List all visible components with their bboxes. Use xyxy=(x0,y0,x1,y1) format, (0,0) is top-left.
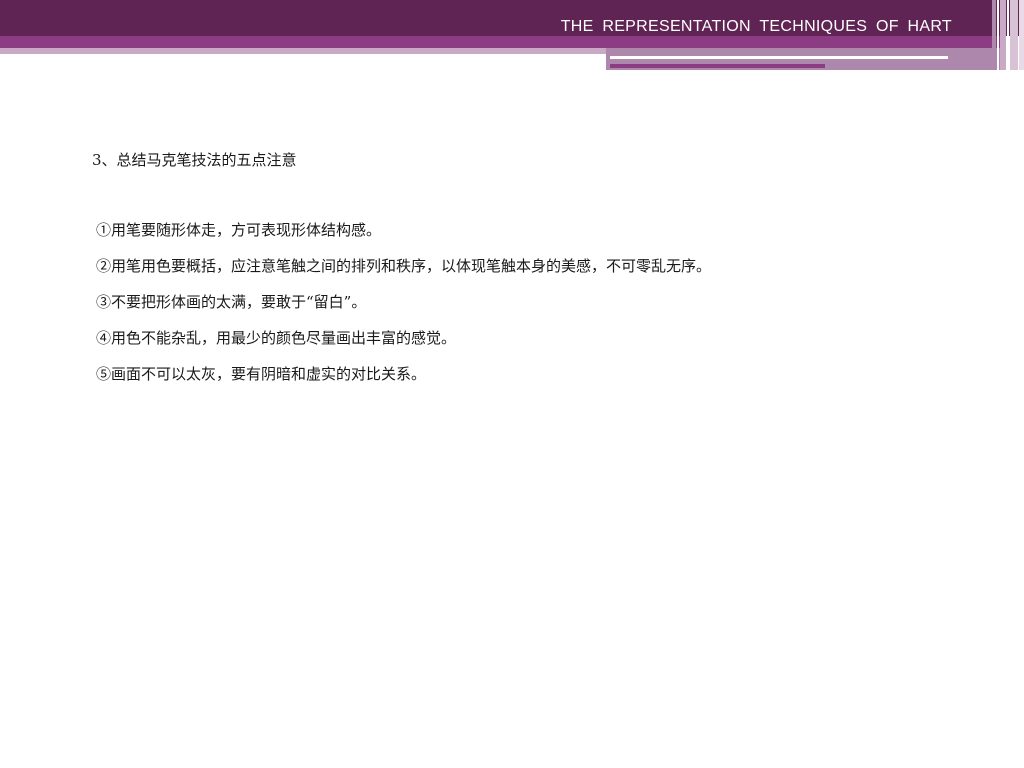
slide-header-title: THE REPRESENTATION TECHNIQUES OF HART xyxy=(560,18,952,35)
decorative-bar xyxy=(1019,0,1024,70)
decorative-bar xyxy=(1010,0,1018,70)
header-stripe xyxy=(610,56,948,59)
decorative-bar xyxy=(1000,0,1006,70)
points-list: ①用笔要随形体走，方可表现形体结构感。 ②用笔用色要概括，应注意笔触之间的排列和… xyxy=(96,219,711,399)
header-stripe xyxy=(610,64,825,68)
header-stripe xyxy=(0,36,1000,48)
decorative-bar xyxy=(992,0,996,70)
list-item: ⑤画面不可以太灰，要有阴暗和虚实的对比关系。 xyxy=(96,365,427,383)
list-item: ②用笔用色要概括，应注意笔触之间的排列和秩序，以体现笔触本身的美感，不可零乱无序… xyxy=(96,257,712,275)
header-stripe xyxy=(0,48,606,54)
list-item: ①用笔要随形体走，方可表现形体结构感。 xyxy=(96,221,382,239)
section-heading: 3、总结马克笔技法的五点注意 xyxy=(92,151,297,169)
decorative-bar xyxy=(1007,0,1009,70)
list-item: ③不要把形体画的太满，要敢于“留白”。 xyxy=(96,293,367,311)
decorative-bar xyxy=(997,0,999,70)
list-item: ④用色不能杂乱，用最少的颜色尽量画出丰富的感觉。 xyxy=(96,329,457,347)
